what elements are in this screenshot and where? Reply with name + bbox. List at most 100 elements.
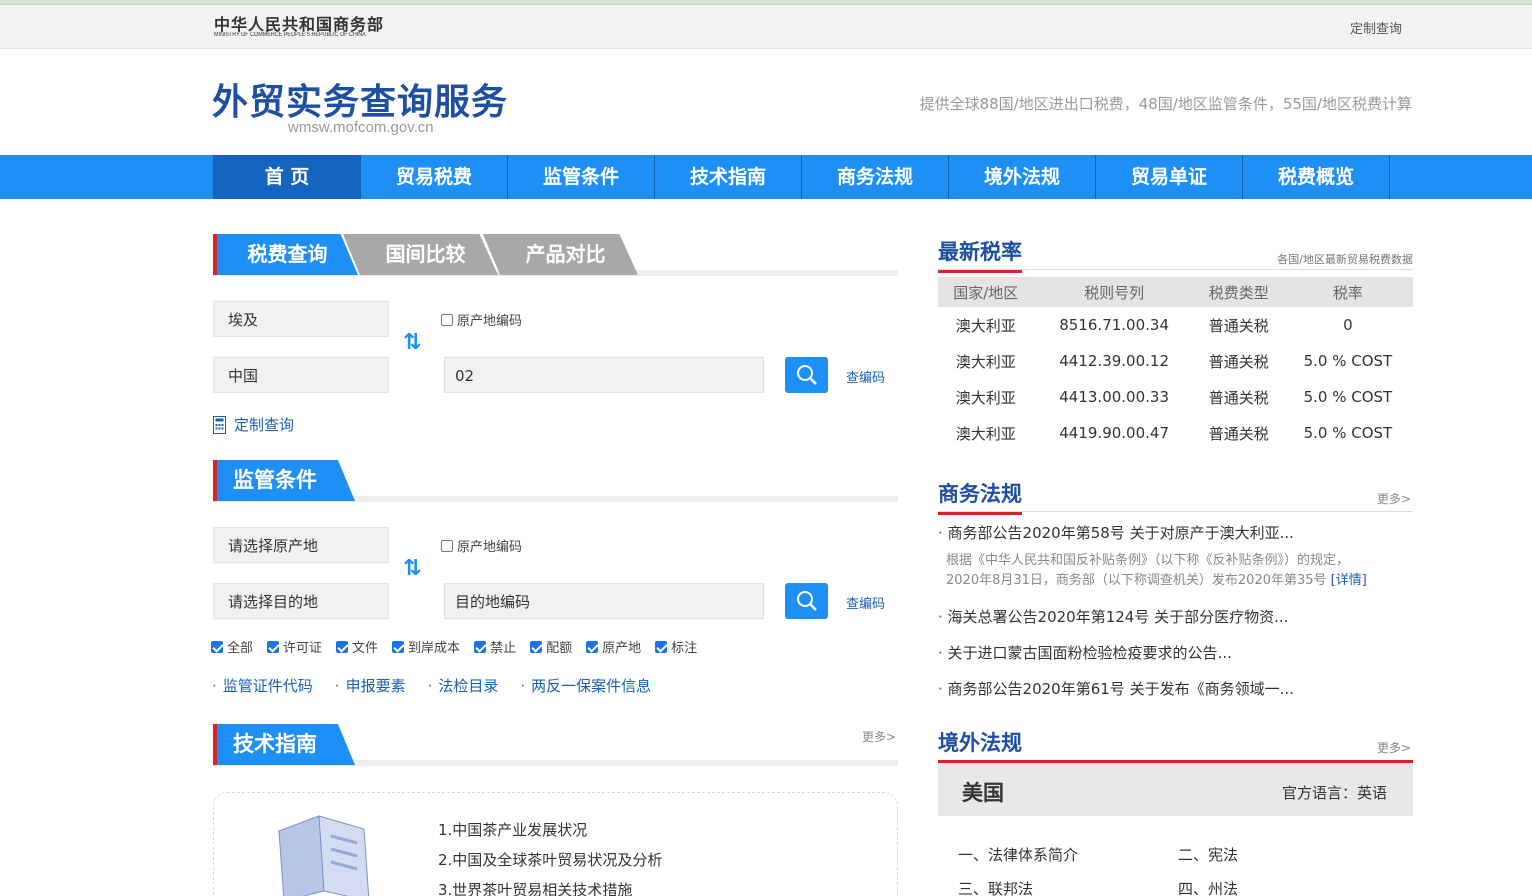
law-item[interactable]: 一、法律体系简介 <box>958 844 1078 865</box>
filter-license[interactable]: 许可证 <box>267 637 322 656</box>
filter-all[interactable]: 全部 <box>211 637 253 656</box>
commerce-law-title: 商务法规 <box>938 478 1022 515</box>
filter-label: 禁止 <box>490 641 517 656</box>
cell-rate: 5.0 % COST <box>1303 352 1393 370</box>
checkbox-icon[interactable] <box>586 640 599 653</box>
cell-country: 澳大利亚 <box>955 388 1016 407</box>
tax-search-button[interactable] <box>785 357 828 393</box>
reg-dest-code-input[interactable]: 目的地编码 <box>444 583 764 619</box>
reg-origin-select[interactable]: 请选择原产地 <box>213 527 389 563</box>
news-item[interactable]: 海关总署公告2020年第124号 关于部分医疗物资... <box>938 606 1289 627</box>
nav-trade-docs[interactable]: 贸易单证 <box>1096 155 1243 199</box>
news-detail-line: 根据《中华人民共和国反补贴条例》（以下称《反补贴条例》）的规定， <box>946 553 1350 568</box>
tab-country-compare[interactable]: 国间比较 <box>343 234 498 275</box>
book-stand-icon <box>278 815 370 896</box>
hs-code-input[interactable]: 02 <box>444 357 764 393</box>
checkbox-icon[interactable] <box>474 640 487 653</box>
news-detail-line: 2020年8月31日，商务部（以下称调查机关）发布2020年第35号 <box>946 573 1327 588</box>
brand-title: 外贸实务查询服务 <box>212 82 509 123</box>
law-item[interactable]: 四、州法 <box>1178 878 1238 896</box>
news-item[interactable]: 商务部公告2020年第58号 关于对原产于澳大利亚... <box>938 522 1294 543</box>
cell-tax-type: 普通关税 <box>1208 388 1269 407</box>
tech-guide-item[interactable]: 2.中国及全球茶叶贸易状况及分析 <box>438 845 662 875</box>
top-bar: 中华人民共和国商务部 MINISTRY OF COMMERCE PEOPLE'S… <box>0 5 1532 49</box>
filter-prohibited[interactable]: 禁止 <box>474 637 516 656</box>
origin-country-select[interactable]: 埃及 <box>213 301 389 337</box>
dest-country-select[interactable]: 中国 <box>213 357 389 393</box>
commerce-law-more-link[interactable]: 更多> <box>1377 490 1411 507</box>
checkbox-icon[interactable] <box>392 640 405 653</box>
reg-origin-code-checkbox[interactable]: 原产地编码 <box>441 536 522 555</box>
tech-guide-item[interactable]: 1.中国茶产业发展状况 <box>438 815 662 845</box>
custom-query-label: 定制查询 <box>234 416 295 434</box>
filter-quota[interactable]: 配额 <box>530 637 572 656</box>
checkbox-icon[interactable] <box>211 640 223 653</box>
nav-commerce-law[interactable]: 商务法规 <box>802 155 949 199</box>
checkbox-icon[interactable] <box>441 539 453 552</box>
reg-lookup-code-link[interactable]: 查编码 <box>846 593 885 612</box>
filter-label: 原产地 <box>602 641 642 656</box>
link-inspection-catalog[interactable]: 法检目录 <box>428 675 498 696</box>
table-row[interactable]: 澳大利亚 4412.39.00.12 普通关税 5.0 % COST <box>938 343 1413 379</box>
official-language: 官方语言：英语 <box>1281 784 1387 802</box>
filter-landed-cost[interactable]: 到岸成本 <box>392 637 460 656</box>
tech-guide-item[interactable]: 3.世界茶叶贸易相关技术措施 <box>438 875 662 896</box>
origin-code-checkbox[interactable]: 原产地编码 <box>441 310 522 329</box>
reg-quick-links: 监管证件代码 申报要素 法检目录 两反一保案件信息 <box>212 675 651 696</box>
country-name[interactable]: 美国 <box>962 777 1004 807</box>
checkbox-icon[interactable] <box>336 640 349 653</box>
table-row[interactable]: 澳大利亚 8516.71.00.34 普通关税 0 <box>938 307 1413 343</box>
cell-rate: 0 <box>1343 316 1353 334</box>
reg-search-button[interactable] <box>785 583 828 619</box>
main-nav: 首 页 贸易税费 监管条件 技术指南 商务法规 境外法规 贸易单证 税费概览 <box>0 155 1532 199</box>
filter-label: 标注 <box>671 641 698 656</box>
reg-swap-icon[interactable]: ⇅ <box>403 556 421 581</box>
swap-icon[interactable]: ⇅ <box>403 330 421 355</box>
news-detail-link[interactable]: [详情] <box>1331 573 1367 588</box>
lookup-code-link[interactable]: 查编码 <box>846 367 885 386</box>
law-item[interactable]: 三、联邦法 <box>958 878 1033 896</box>
table-row[interactable]: 澳大利亚 4413.00.00.33 普通关税 5.0 % COST <box>938 379 1413 415</box>
foreign-law-more-link[interactable]: 更多> <box>1377 739 1411 756</box>
filter-label: 到岸成本 <box>408 641 461 656</box>
news-item[interactable]: 商务部公告2020年第61号 关于发布《商务领域一... <box>938 678 1294 699</box>
filter-document[interactable]: 文件 <box>336 637 378 656</box>
cell-rate: 5.0 % COST <box>1303 424 1393 442</box>
search-icon <box>797 591 817 611</box>
link-trade-remedy-cases[interactable]: 两反一保案件信息 <box>520 675 651 696</box>
nav-foreign-law[interactable]: 境外法规 <box>949 155 1096 199</box>
cell-hs-code: 4413.00.00.33 <box>1059 388 1169 406</box>
nav-tax-overview[interactable]: 税费概览 <box>1243 155 1390 199</box>
tech-guide-title: 技术指南 <box>213 724 355 765</box>
top-custom-query-link[interactable]: 定制查询 <box>1350 18 1402 37</box>
table-row[interactable]: 澳大利亚 4419.90.00.47 普通关税 5.0 % COST <box>938 415 1413 451</box>
checkbox-icon[interactable] <box>267 640 280 653</box>
tech-guide-list: 1.中国茶产业发展状况 2.中国及全球茶叶贸易状况及分析 3.世界茶叶贸易相关技… <box>438 815 662 896</box>
checkbox-icon[interactable] <box>530 640 543 653</box>
nav-regulation[interactable]: 监管条件 <box>508 155 655 199</box>
tab-product-compare[interactable]: 产品对比 <box>483 234 638 275</box>
news-item[interactable]: 关于进口蒙古国面粉检验检疫要求的公告... <box>938 642 1232 663</box>
nav-trade-tax[interactable]: 贸易税费 <box>361 155 508 199</box>
tech-guide-more-link[interactable]: 更多> <box>862 728 896 745</box>
law-item[interactable]: 二、宪法 <box>1178 844 1238 865</box>
origin-code-label: 原产地编码 <box>457 314 523 329</box>
cell-country: 澳大利亚 <box>955 316 1016 335</box>
nav-tech-guide[interactable]: 技术指南 <box>655 155 802 199</box>
custom-query-link[interactable]: 定制查询 <box>213 414 294 435</box>
link-declaration-elements[interactable]: 申报要素 <box>335 675 406 696</box>
reg-origin-code-label: 原产地编码 <box>457 540 523 555</box>
reg-dest-select[interactable]: 请选择目的地 <box>213 583 389 619</box>
nav-home[interactable]: 首 页 <box>214 155 361 199</box>
tax-query-tabs: 产品对比 国间比较 税费查询 <box>213 234 898 276</box>
cell-tax-type: 普通关税 <box>1208 316 1269 335</box>
filter-label: 配额 <box>546 641 573 656</box>
latest-rates-title: 最新税率 <box>938 236 1022 273</box>
tab-tax-query[interactable]: 税费查询 <box>213 234 358 275</box>
checkbox-icon[interactable] <box>655 640 668 653</box>
link-certificate-codes[interactable]: 监管证件代码 <box>212 675 313 696</box>
foreign-law-header: 境外法规 更多> <box>938 727 1413 764</box>
checkbox-icon[interactable] <box>441 313 453 326</box>
filter-labeling[interactable]: 标注 <box>655 637 697 656</box>
filter-origin[interactable]: 原产地 <box>586 637 641 656</box>
